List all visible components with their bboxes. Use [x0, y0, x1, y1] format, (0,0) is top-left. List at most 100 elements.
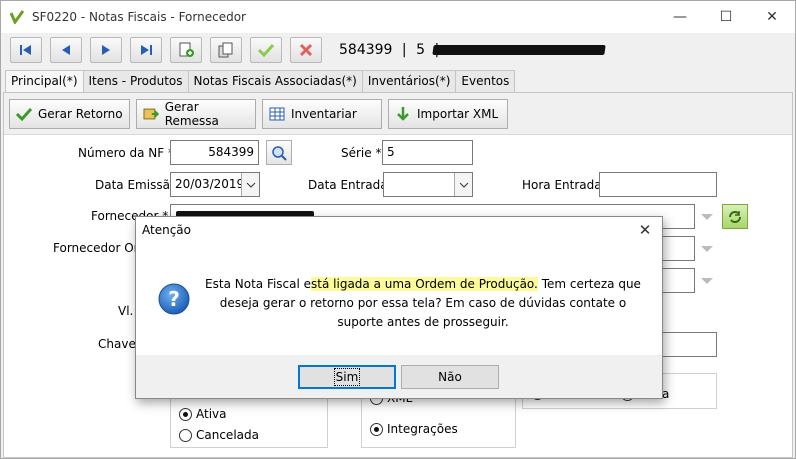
new-record-button[interactable]	[170, 37, 202, 63]
data-entrada-label: Data Entrada	[308, 178, 388, 192]
extra-dropdown[interactable]	[696, 270, 718, 292]
serie-label: Série *	[341, 146, 382, 160]
radio-integracoes[interactable]: Integrações	[370, 422, 458, 436]
hora-entrada-label: Hora Entrada	[522, 178, 602, 192]
radio-integracoes-dot	[370, 422, 383, 436]
hora-entrada-input[interactable]	[599, 172, 717, 197]
title-bar: SF0220 - Notas Fiscais - Fornecedor — ☐ …	[1, 1, 795, 33]
importar-xml-label: Importar XML	[417, 107, 499, 121]
numero-nf-label: Número da NF *	[78, 146, 174, 160]
radio-integracoes-label: Integrações	[387, 422, 458, 436]
next-record-button[interactable]	[90, 37, 122, 63]
tab-notas-fiscais-associadas[interactable]: Notas Fiscais Associadas(*)	[187, 70, 363, 92]
minimize-button[interactable]: —	[657, 1, 703, 33]
refresh-fornecedor-button[interactable]	[722, 204, 748, 229]
fornecedor-dropdown[interactable]	[696, 206, 718, 228]
dialog-message: Esta Nota Fiscal está ligada a uma Ordem…	[198, 275, 648, 332]
yes-label: Sim	[333, 368, 361, 386]
no-button[interactable]: Não	[401, 365, 499, 389]
send-icon	[143, 108, 159, 120]
radio-cancelada-label: Cancelada	[196, 428, 259, 442]
data-emissao-label: Data Emissão	[95, 178, 178, 192]
cancel-button[interactable]	[290, 37, 322, 63]
previous-icon	[62, 45, 70, 55]
message-highlight: stá ligada a uma Ordem de Produção.	[311, 277, 538, 291]
record-number: 584399	[339, 42, 393, 58]
question-icon: ?	[158, 283, 190, 315]
refresh-icon	[729, 210, 741, 223]
record-toolbar: 584399 | 5 |	[1, 33, 795, 69]
grid-icon	[269, 107, 285, 121]
radio-right-2-label: a	[662, 387, 670, 401]
chevron-down-icon	[246, 182, 255, 188]
radio-ativa[interactable]: Ativa	[179, 407, 227, 421]
magnifier-icon	[272, 145, 287, 161]
triangle-down-icon	[701, 214, 713, 220]
gerar-retorno-label: Gerar Retorno	[38, 107, 123, 121]
triangle-down-icon	[701, 246, 713, 252]
tab-eventos[interactable]: Eventos	[455, 70, 516, 92]
confirmation-dialog: Atenção ✕ ? Esta Nota Fiscal está ligada…	[135, 216, 663, 399]
checkmark-icon	[16, 107, 32, 122]
data-emissao-input[interactable]: 20/03/2019	[170, 172, 260, 197]
copy-record-button[interactable]	[210, 37, 242, 63]
record-info: 584399 | 5 |	[339, 42, 439, 58]
record-seq: 5	[416, 42, 425, 58]
date-entrada-dropdown-button[interactable]	[454, 173, 472, 196]
vl-label: Vl.	[118, 304, 134, 318]
dialog-close-button[interactable]: ✕	[634, 219, 656, 241]
radio-cancelada-dot	[179, 428, 192, 442]
message-pre: Esta Nota Fiscal e	[205, 277, 312, 291]
checkmark-icon	[257, 43, 275, 58]
inventariar-label: Inventariar	[291, 107, 357, 121]
last-record-button[interactable]	[130, 37, 162, 63]
date-dropdown-button[interactable]	[241, 173, 259, 196]
dialog-body: ? Esta Nota Fiscal está ligada a uma Ord…	[136, 243, 662, 355]
first-icon	[20, 45, 31, 55]
close-window-button[interactable]: ✕	[749, 1, 795, 33]
radio-ativa-label: Ativa	[196, 407, 227, 421]
down-arrow-icon	[397, 107, 409, 121]
redacted-supplier-name	[432, 45, 606, 55]
tab-principal[interactable]: Principal(*)	[5, 70, 84, 93]
inventariar-button[interactable]: Inventariar	[262, 99, 382, 129]
radio-cancelada[interactable]: Cancelada	[179, 428, 259, 442]
gerar-remessa-button[interactable]: Gerar Remessa	[136, 99, 256, 129]
next-icon	[102, 45, 110, 55]
gerar-remessa-label: Gerar Remessa	[164, 100, 219, 128]
fornecedor-origem-label: Fornecedor Or	[53, 241, 139, 255]
triangle-down-icon	[701, 278, 713, 284]
record-separator: |	[401, 42, 407, 58]
copy-icon	[218, 42, 233, 58]
search-nf-button[interactable]	[266, 140, 292, 165]
app-logo-icon	[10, 10, 24, 24]
window-title: SF0220 - Notas Fiscais - Fornecedor	[32, 10, 246, 24]
radio-ativa-dot	[179, 407, 192, 421]
first-record-button[interactable]	[10, 37, 42, 63]
dialog-title: Atenção	[142, 223, 191, 237]
chevron-down-icon	[459, 182, 468, 188]
gerar-retorno-button[interactable]: Gerar Retorno	[9, 99, 130, 129]
data-emissao-value: 20/03/2019	[175, 177, 245, 191]
action-toolbar: Gerar Retorno Gerar Remessa Inventariar …	[4, 93, 792, 135]
svg-text:?: ?	[168, 287, 180, 311]
numero-nf-input[interactable]: 584399	[170, 140, 259, 165]
previous-record-button[interactable]	[50, 37, 82, 63]
main-window: SF0220 - Notas Fiscais - Fornecedor — ☐ …	[0, 0, 796, 459]
tab-inventarios[interactable]: Inventários(*)	[361, 70, 457, 92]
maximize-button[interactable]: ☐	[703, 1, 749, 33]
serie-input[interactable]: 5	[382, 140, 473, 165]
fornecedor-origem-dropdown[interactable]	[696, 238, 718, 260]
data-entrada-input[interactable]	[383, 172, 473, 197]
last-icon	[141, 45, 152, 55]
dialog-title-bar: Atenção ✕	[136, 217, 662, 243]
new-document-icon	[179, 42, 194, 57]
importar-xml-button[interactable]: Importar XML	[388, 99, 508, 129]
save-button[interactable]	[250, 37, 282, 63]
cross-icon	[299, 43, 313, 57]
tab-itens-produtos[interactable]: Itens - Produtos	[82, 70, 189, 92]
yes-button[interactable]: Sim	[298, 365, 396, 389]
dialog-footer: Sim Não	[136, 355, 662, 398]
chave-label: Chave	[98, 337, 136, 351]
tab-strip: Principal(*) Itens - Produtos Notas Fisc…	[5, 70, 516, 93]
